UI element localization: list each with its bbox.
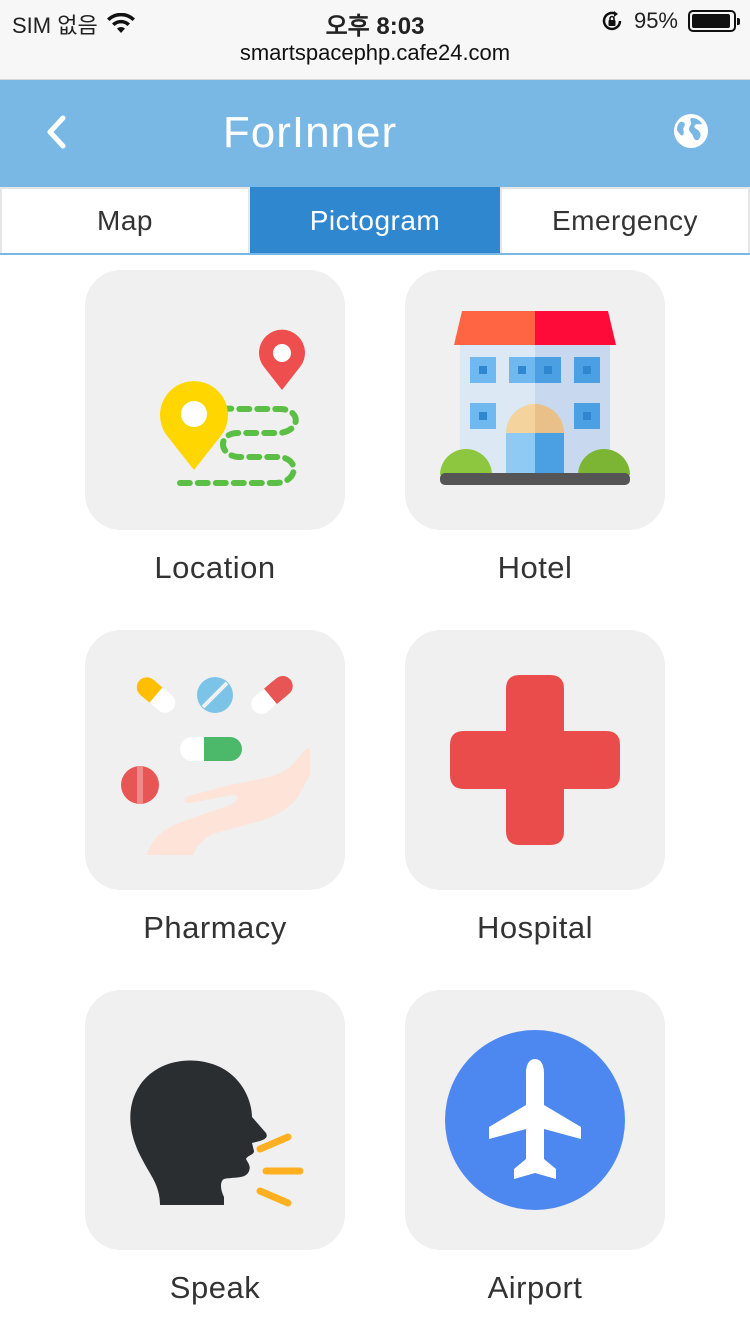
battery-fill — [692, 14, 730, 28]
url-bar[interactable]: smartspacephp.cafe24.com — [0, 40, 750, 66]
pictogram-location-tile[interactable] — [85, 270, 345, 530]
status-right: 95% — [600, 8, 740, 34]
pills-hand-icon — [121, 676, 310, 855]
pictogram-speak-label: Speak — [169, 1270, 261, 1305]
pictogram-airport-tile[interactable] — [405, 990, 665, 1250]
pictogram-airport-label: Airport — [487, 1270, 583, 1305]
pictogram-hotel-label: Hotel — [497, 550, 573, 585]
tab-bar: Map Pictogram Emergency — [0, 187, 750, 255]
tab-map[interactable]: Map — [0, 187, 250, 253]
app-header: ForInner — [0, 80, 750, 187]
location-route-icon — [160, 329, 305, 486]
tab-emergency[interactable]: Emergency — [500, 187, 750, 253]
globe-icon — [674, 114, 708, 148]
pictogram-location-label: Location — [154, 550, 276, 585]
battery-icon — [688, 10, 740, 32]
battery-percent: 95% — [633, 8, 678, 33]
pictogram-speak-tile[interactable] — [85, 990, 345, 1250]
language-button[interactable] — [672, 112, 712, 152]
pictogram-pharmacy-label: Pharmacy — [143, 910, 287, 945]
pictogram-hospital-label: Hospital — [477, 910, 593, 945]
status-bar: SIM 없음 오후 8:03 95% smartspacephp.cafe24.… — [0, 0, 750, 80]
tab-pictogram[interactable]: Pictogram — [250, 187, 500, 253]
page-title: ForInner — [222, 108, 398, 157]
orientation-lock-icon — [602, 11, 622, 31]
airplane-icon — [445, 1030, 625, 1210]
pictogram-pharmacy-tile[interactable] — [85, 630, 345, 890]
pictogram-hospital-tile[interactable] — [405, 630, 665, 890]
pictogram-hotel-tile[interactable] — [405, 270, 665, 530]
speaking-head-icon — [130, 1060, 304, 1207]
hotel-building-icon — [440, 311, 630, 485]
red-cross-icon — [450, 675, 620, 845]
